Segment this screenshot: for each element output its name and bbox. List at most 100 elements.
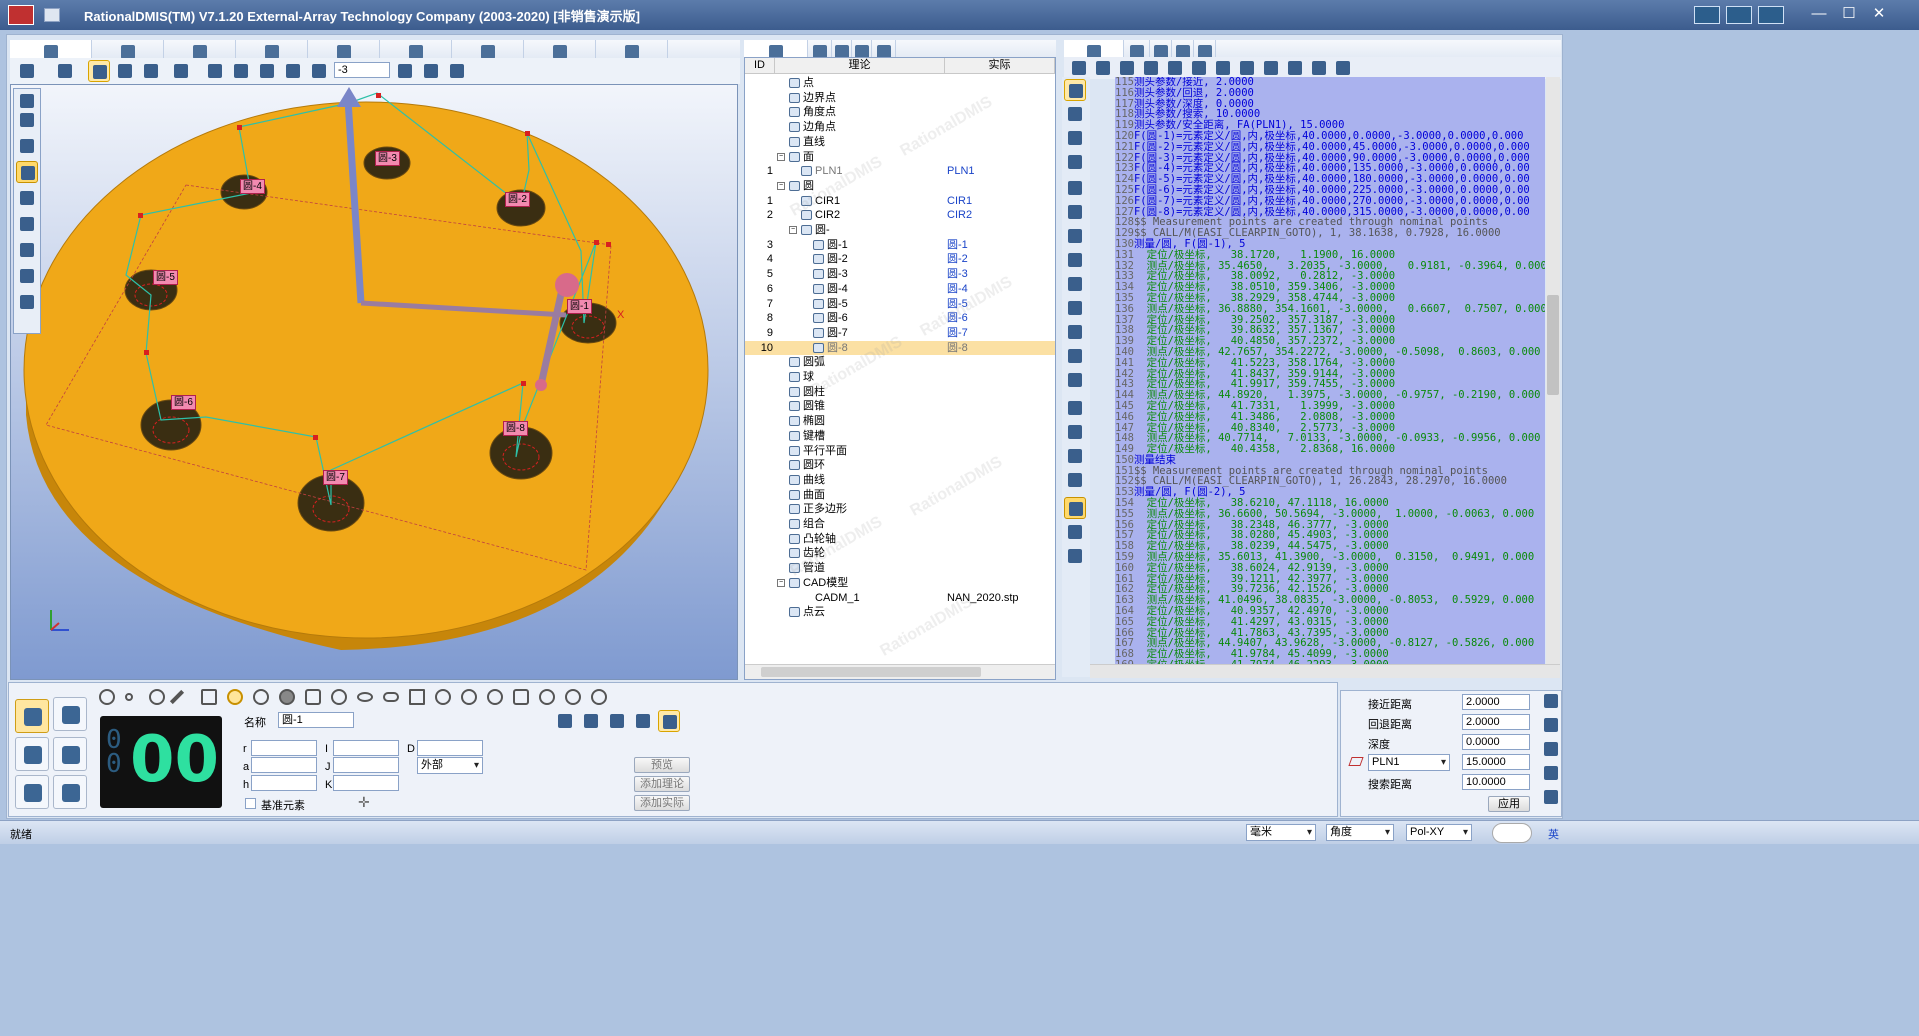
polygon-feature-icon[interactable] — [513, 689, 529, 705]
download-icon[interactable] — [1064, 201, 1086, 223]
view-depth-input[interactable] — [334, 62, 390, 78]
zoom-fit-icon[interactable] — [114, 60, 136, 82]
k-field[interactable] — [333, 775, 399, 791]
tree-row[interactable]: 7 圆-5 圆-5 — [745, 297, 1055, 312]
import-icon[interactable] — [1260, 57, 1282, 79]
tree-row[interactable]: 组合 — [745, 517, 1055, 532]
layer-icon[interactable] — [1064, 127, 1086, 149]
preview-button[interactable]: 预览 — [634, 757, 690, 773]
depth-field[interactable]: 0.0000 — [1462, 734, 1530, 750]
close-button[interactable]: ✕ — [1864, 4, 1894, 26]
search-field[interactable]: 10.0000 — [1462, 774, 1530, 790]
circle-feature-icon[interactable] — [227, 689, 243, 705]
i-field[interactable] — [333, 740, 399, 756]
table-view-icon[interactable] — [606, 710, 628, 732]
crosshair-small-icon[interactable]: ✛ — [358, 794, 370, 811]
line-feature-icon[interactable] — [169, 689, 185, 705]
param-tool-1-icon[interactable] — [1540, 690, 1562, 712]
eye-icon[interactable] — [204, 60, 226, 82]
refresh-view-icon[interactable] — [632, 710, 654, 732]
list-icon[interactable] — [1164, 57, 1186, 79]
tree-row[interactable]: 曲线 — [745, 473, 1055, 488]
home-icon[interactable] — [16, 60, 38, 82]
datum-checkbox[interactable] — [245, 798, 256, 809]
axes-mode-button[interactable] — [15, 775, 49, 809]
format-icon[interactable] — [1212, 57, 1234, 79]
export-icon[interactable] — [1308, 57, 1330, 79]
open-folder-icon[interactable] — [1068, 57, 1090, 79]
delete-icon[interactable] — [1236, 57, 1258, 79]
walk-icon[interactable] — [1064, 273, 1086, 295]
plane-feature-icon[interactable] — [201, 689, 217, 705]
magic-icon[interactable] — [1332, 57, 1354, 79]
pipe-feature-icon[interactable] — [591, 689, 607, 705]
tree-row[interactable]: 键槽 — [745, 429, 1055, 444]
move-icon[interactable] — [1064, 445, 1086, 467]
step-icon[interactable] — [1064, 103, 1086, 125]
rotate-icon[interactable] — [88, 60, 110, 82]
param-tool-2-icon[interactable] — [1540, 714, 1562, 736]
feature-label[interactable]: 圆-3 — [375, 151, 400, 166]
select-arrow-icon[interactable] — [54, 60, 76, 82]
direction-select[interactable]: 外部 — [417, 757, 483, 774]
system-menu-icon[interactable] — [44, 8, 60, 22]
expand-toggle-icon[interactable]: − — [777, 152, 785, 161]
machine-icon[interactable] — [256, 60, 278, 82]
crosshair-icon[interactable] — [394, 60, 416, 82]
feature-label[interactable]: 圆-2 — [505, 192, 530, 207]
apply-button[interactable]: 应用 — [1488, 796, 1530, 812]
point-feature-icon[interactable] — [125, 693, 133, 701]
maximize-button[interactable]: ☐ — [1834, 4, 1864, 26]
axis-icon[interactable] — [170, 60, 192, 82]
param-tool-3-icon[interactable] — [1540, 738, 1562, 760]
open-file-icon[interactable] — [1092, 57, 1114, 79]
tree-row[interactable]: 圆弧 — [745, 355, 1055, 370]
hand-icon[interactable] — [1188, 57, 1210, 79]
retract-field[interactable]: 2.0000 — [1462, 714, 1530, 730]
indent-icon[interactable] — [1140, 57, 1162, 79]
color-icon[interactable] — [230, 60, 252, 82]
tree-row[interactable]: 圆柱 — [745, 385, 1055, 400]
expand-toggle-icon[interactable]: − — [789, 226, 797, 234]
tree-row[interactable]: 平行平面 — [745, 444, 1055, 459]
unit-select[interactable]: 毫米 — [1246, 824, 1316, 841]
tool-mode-button[interactable] — [53, 775, 87, 809]
ellipse-feature-icon[interactable] — [357, 692, 373, 702]
tree-row[interactable]: 点 — [745, 76, 1055, 91]
measure-mode-button[interactable] — [15, 699, 49, 733]
probe-tool-icon[interactable] — [16, 109, 38, 131]
clean-icon[interactable] — [446, 60, 468, 82]
calc-icon[interactable] — [1064, 321, 1086, 343]
angle-select[interactable]: 角度 — [1326, 824, 1394, 841]
assistant-avatar[interactable] — [1492, 823, 1532, 843]
tree-row[interactable]: 3 圆-1 圆-1 — [745, 238, 1055, 253]
tree-row[interactable]: 点云 — [745, 605, 1055, 620]
network-status-icon[interactable] — [1758, 6, 1784, 24]
panel-icon[interactable] — [1064, 497, 1086, 519]
torus-feature-icon[interactable] — [435, 689, 451, 705]
tree-row[interactable]: 边角点 — [745, 120, 1055, 135]
j-field[interactable] — [333, 757, 399, 773]
probe-tool-5-icon[interactable] — [16, 213, 38, 235]
tree-row[interactable]: 4 圆-2 圆-2 — [745, 252, 1055, 267]
param-tool-4-icon[interactable] — [1540, 762, 1562, 784]
copy-icon[interactable] — [1064, 469, 1086, 491]
tree-row[interactable]: 圆环 — [745, 458, 1055, 473]
feature-name-field[interactable]: 圆-1 — [278, 712, 354, 728]
minimize-button[interactable]: — — [1804, 4, 1834, 26]
code-line[interactable]: 149 定位/极坐标, 40.4358, 2.8368, 16.0000 — [1115, 444, 1545, 455]
report-icon[interactable] — [1064, 521, 1086, 543]
feature-label[interactable]: 圆-7 — [323, 470, 348, 485]
program-vscroll-thumb[interactable] — [1547, 295, 1559, 395]
edit-2-icon[interactable] — [1064, 397, 1086, 419]
probe-tool-2-icon[interactable] — [16, 135, 38, 157]
add-nominal-button[interactable]: 添加理论 — [634, 776, 690, 792]
probe-tool-4-icon[interactable] — [16, 187, 38, 209]
tree-row[interactable]: 8 圆-6 圆-6 — [745, 311, 1055, 326]
notes-icon[interactable] — [1064, 369, 1086, 391]
machine-status-icon[interactable] — [1726, 6, 1752, 24]
construct-mode-button[interactable] — [53, 697, 87, 731]
h-field[interactable] — [251, 775, 317, 791]
tree-row[interactable]: 正多边形 — [745, 502, 1055, 517]
surface-feature-icon[interactable] — [487, 689, 503, 705]
